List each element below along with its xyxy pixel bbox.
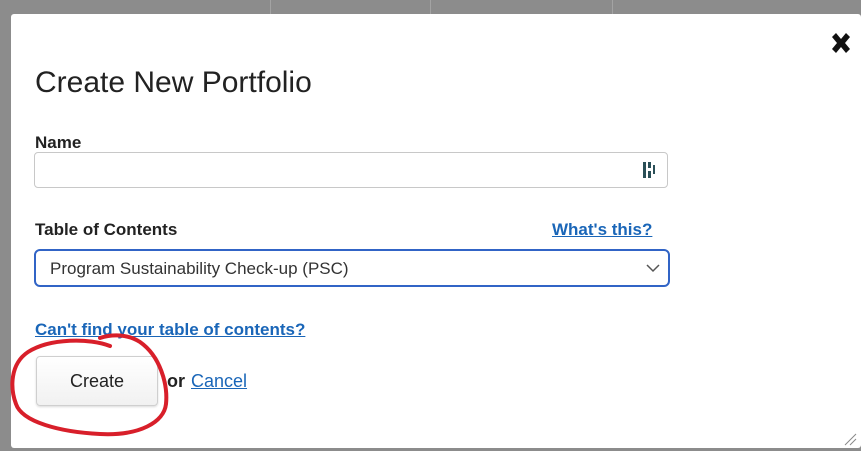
backdrop-divider [270, 0, 271, 14]
name-input[interactable] [34, 152, 668, 188]
toc-label: Table of Contents [35, 220, 178, 239]
backdrop-divider [612, 0, 613, 14]
chevron-down-icon [646, 264, 660, 273]
cant-find-toc-link[interactable]: Can't find your table of contents? [35, 320, 305, 340]
cancel-link[interactable]: Cancel [191, 371, 247, 392]
name-label: Name [35, 133, 82, 152]
backdrop-divider [430, 0, 431, 14]
create-button[interactable]: Create [36, 356, 158, 406]
create-portfolio-dialog: Create New Portfolio Name Table of Conte… [11, 14, 861, 448]
password-manager-icon[interactable] [641, 160, 657, 180]
or-text: or [167, 371, 185, 391]
dialog-title: Create New Portfolio [35, 66, 312, 99]
resize-handle-icon[interactable] [843, 432, 857, 446]
whats-this-link[interactable]: What's this? [552, 220, 652, 240]
close-x-icon [832, 33, 850, 53]
toc-selected-value: Program Sustainability Check-up (PSC) [50, 259, 349, 278]
close-button[interactable] [827, 30, 855, 58]
toc-select[interactable]: Program Sustainability Check-up (PSC) [34, 249, 670, 287]
